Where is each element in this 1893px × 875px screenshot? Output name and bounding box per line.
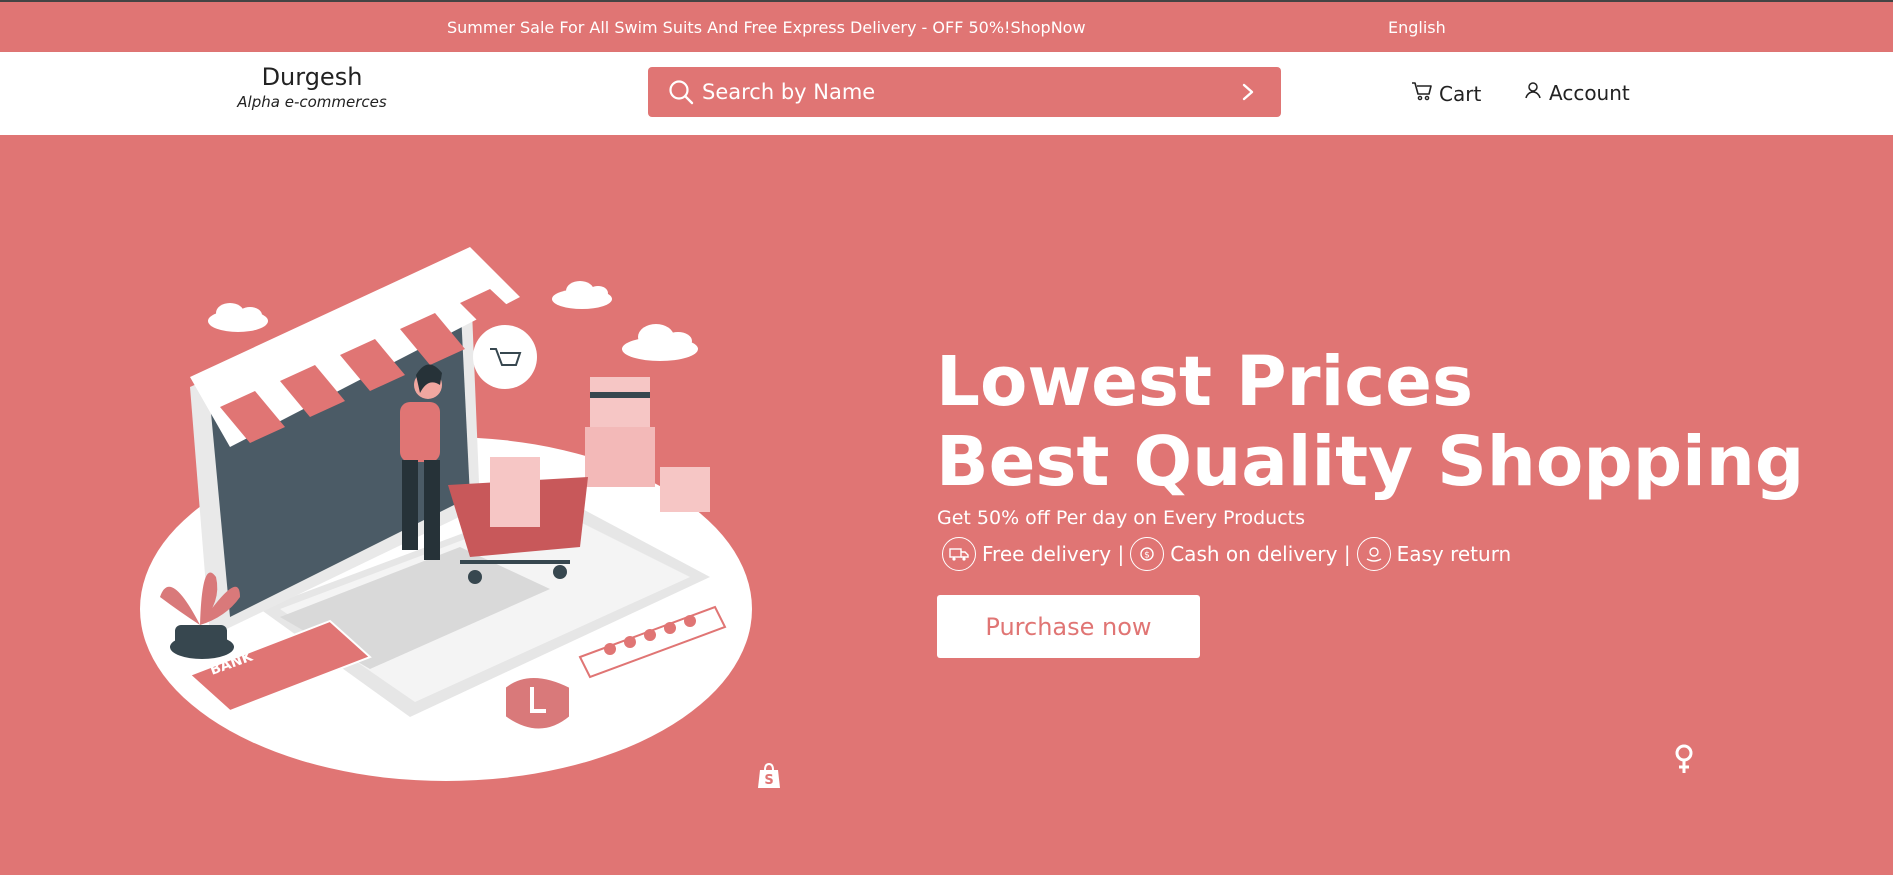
purchase-now-button[interactable]: Purchase now (937, 595, 1200, 658)
hero-section: BANK Lowest Prices Best Quality Shopping… (0, 135, 1893, 875)
feature-easy-return: Easy return (1396, 542, 1512, 566)
cash-icon: $ (1130, 537, 1165, 571)
promo-text[interactable]: Summer Sale For All Swim Suits And Free … (447, 18, 1086, 37)
shopping-illustration: BANK (140, 247, 752, 781)
search-input[interactable] (702, 75, 1202, 109)
account-label: Account (1549, 80, 1630, 105)
brand-name: Durgesh (261, 63, 363, 91)
svg-text:$: $ (1144, 551, 1150, 561)
search-icon[interactable] (668, 79, 694, 109)
user-icon (1523, 80, 1543, 105)
hero-headline: Lowest Prices Best Quality Shopping (936, 342, 1804, 502)
feature-free-delivery: Free delivery | (982, 542, 1125, 566)
return-icon (1356, 537, 1391, 571)
feature-list: Free delivery | $ Cash on delivery | Eas… (942, 537, 1511, 571)
svg-text:S: S (764, 773, 773, 788)
feature-cash-on-delivery: Cash on delivery | (1170, 542, 1351, 566)
site-header: Durgesh Alpha e-commerces Cart Account (0, 52, 1893, 135)
truck-icon (942, 537, 976, 571)
brand-logo[interactable]: Durgesh Alpha e-commerces (232, 63, 392, 111)
female-symbol-icon (1672, 743, 1696, 779)
cart-link[interactable]: Cart (1411, 80, 1481, 107)
account-link[interactable]: Account (1523, 80, 1630, 105)
cart-label: Cart (1439, 81, 1482, 106)
search-bar (648, 67, 1281, 117)
shopify-icon: S (756, 762, 782, 794)
cart-icon (1411, 80, 1433, 107)
announcement-bar: Summer Sale For All Swim Suits And Free … (0, 0, 1893, 52)
brand-tagline: Alpha e-commerces (237, 93, 387, 111)
headline-line-2: Best Quality Shopping (936, 422, 1805, 502)
headline-line-1: Lowest Prices (936, 342, 1474, 422)
chevron-right-icon[interactable] (1241, 82, 1255, 106)
hero-subline: Get 50% off Per day on Every Products (937, 507, 1306, 529)
language-selector[interactable]: English (1388, 18, 1446, 37)
